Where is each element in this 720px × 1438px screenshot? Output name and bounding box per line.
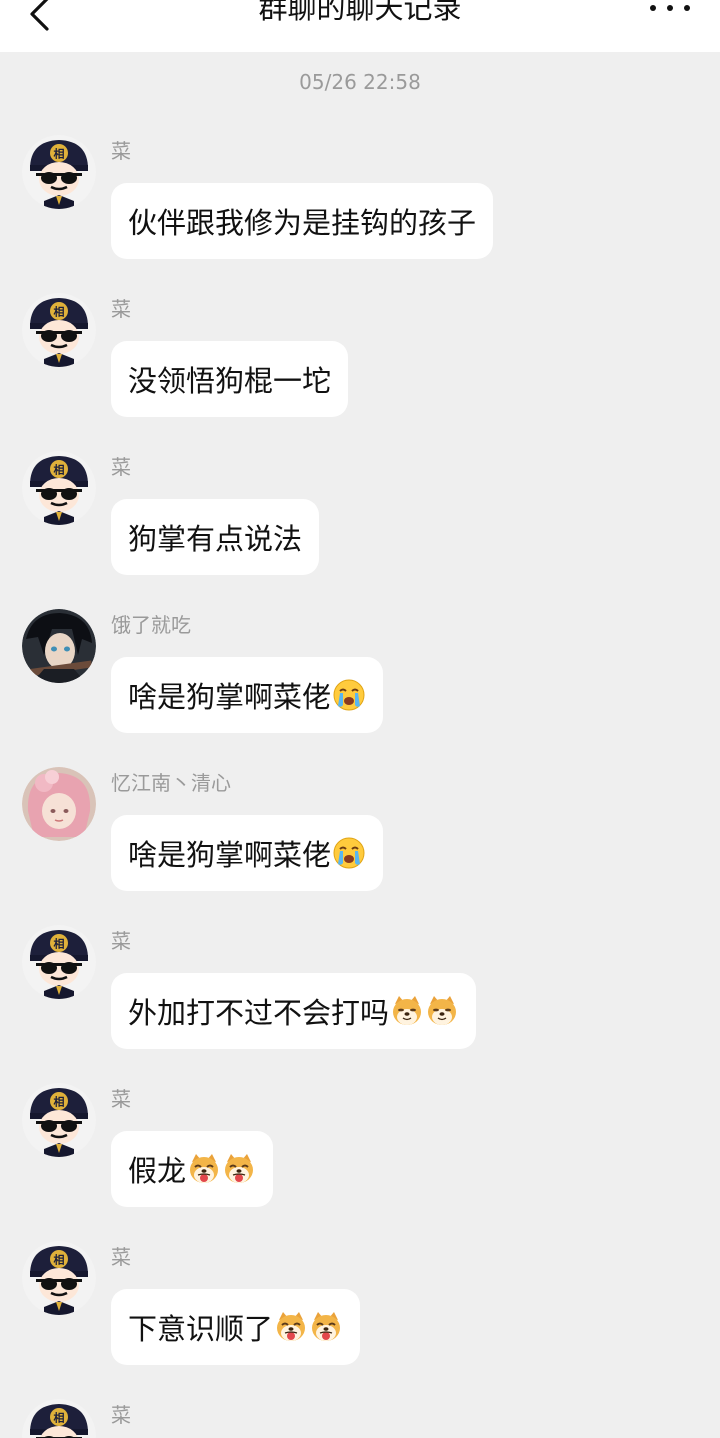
message-text: 下意识顺了 (128, 1312, 274, 1346)
svg-text:相: 相 (54, 1095, 65, 1109)
message-text: 假龙 (128, 1154, 187, 1188)
anime-dark-avatar[interactable] (22, 609, 96, 683)
message-text: 啥是狗掌啊菜佬 (128, 838, 332, 872)
svg-text:相: 相 (54, 147, 65, 161)
doge-emoji (424, 994, 459, 1028)
chat-timestamp: 05/26 22:58 (299, 70, 421, 94)
sender-name: 菜 (111, 1245, 131, 1269)
message-bubble[interactable]: 下意识顺了 (111, 1289, 361, 1365)
doge-tongue-emoji (186, 1152, 221, 1186)
message-text: 伙伴跟我修为是挂钩的孩子 (128, 206, 477, 240)
officer-avatar[interactable]: 相 (22, 925, 96, 999)
sender-name: 菜 (111, 1087, 131, 1111)
doge-tongue-emoji (273, 1310, 308, 1344)
doge-tongue-emoji (221, 1152, 256, 1186)
officer-avatar[interactable]: 相 (22, 135, 96, 209)
more-dot-icon (667, 5, 673, 11)
sender-name: 菜 (111, 139, 131, 163)
officer-avatar[interactable]: 相 (22, 451, 96, 525)
sender-name: 饿了就吃 (111, 613, 191, 637)
message-bubble[interactable]: 狗掌有点说法 (111, 499, 320, 575)
more-dot-icon (650, 5, 656, 11)
officer-avatar[interactable]: 相 (22, 1241, 96, 1315)
page-title: 群聊的聊天记录 (258, 0, 462, 25)
officer-avatar[interactable]: 相 (22, 1399, 96, 1438)
anime-pink-avatar[interactable] (22, 767, 96, 841)
more-dot-icon (684, 5, 690, 11)
message-bubble[interactable]: 假龙 (111, 1131, 274, 1207)
doge-tongue-emoji (308, 1310, 343, 1344)
crying-face-emoji (331, 678, 366, 712)
svg-text:相: 相 (54, 1253, 65, 1267)
svg-text:相: 相 (54, 1411, 65, 1425)
sender-name: 菜 (111, 455, 131, 479)
message-bubble[interactable]: 外加打不过不会打吗 (111, 973, 477, 1049)
sender-name: 菜 (111, 297, 131, 321)
svg-text:相: 相 (54, 305, 65, 319)
svg-text:相: 相 (54, 937, 65, 951)
message-text: 没领悟狗棍一坨 (128, 364, 332, 398)
crying-face-emoji (331, 836, 366, 870)
sender-name: 忆江南丶清心 (111, 771, 231, 795)
more-options-button[interactable] (650, 0, 690, 18)
message-bubble[interactable]: 没领悟狗棍一坨 (111, 341, 349, 417)
message-bubble[interactable]: 伙伴跟我修为是挂钩的孩子 (111, 183, 494, 259)
message-text: 啥是狗掌啊菜佬 (128, 680, 332, 714)
message-text: 狗掌有点说法 (128, 522, 303, 556)
sender-name: 菜 (111, 1403, 131, 1427)
doge-emoji (389, 994, 424, 1028)
message-bubble[interactable]: 啥是狗掌啊菜佬 (111, 815, 384, 891)
sender-name: 菜 (111, 929, 131, 953)
message-bubble[interactable]: 啥是狗掌啊菜佬 (111, 657, 384, 733)
officer-avatar[interactable]: 相 (22, 293, 96, 367)
top-nav-bar: 群聊的聊天记录 (0, 0, 720, 52)
message-text: 外加打不过不会打吗 (128, 996, 390, 1030)
svg-text:相: 相 (54, 463, 65, 477)
officer-avatar[interactable]: 相 (22, 1083, 96, 1157)
